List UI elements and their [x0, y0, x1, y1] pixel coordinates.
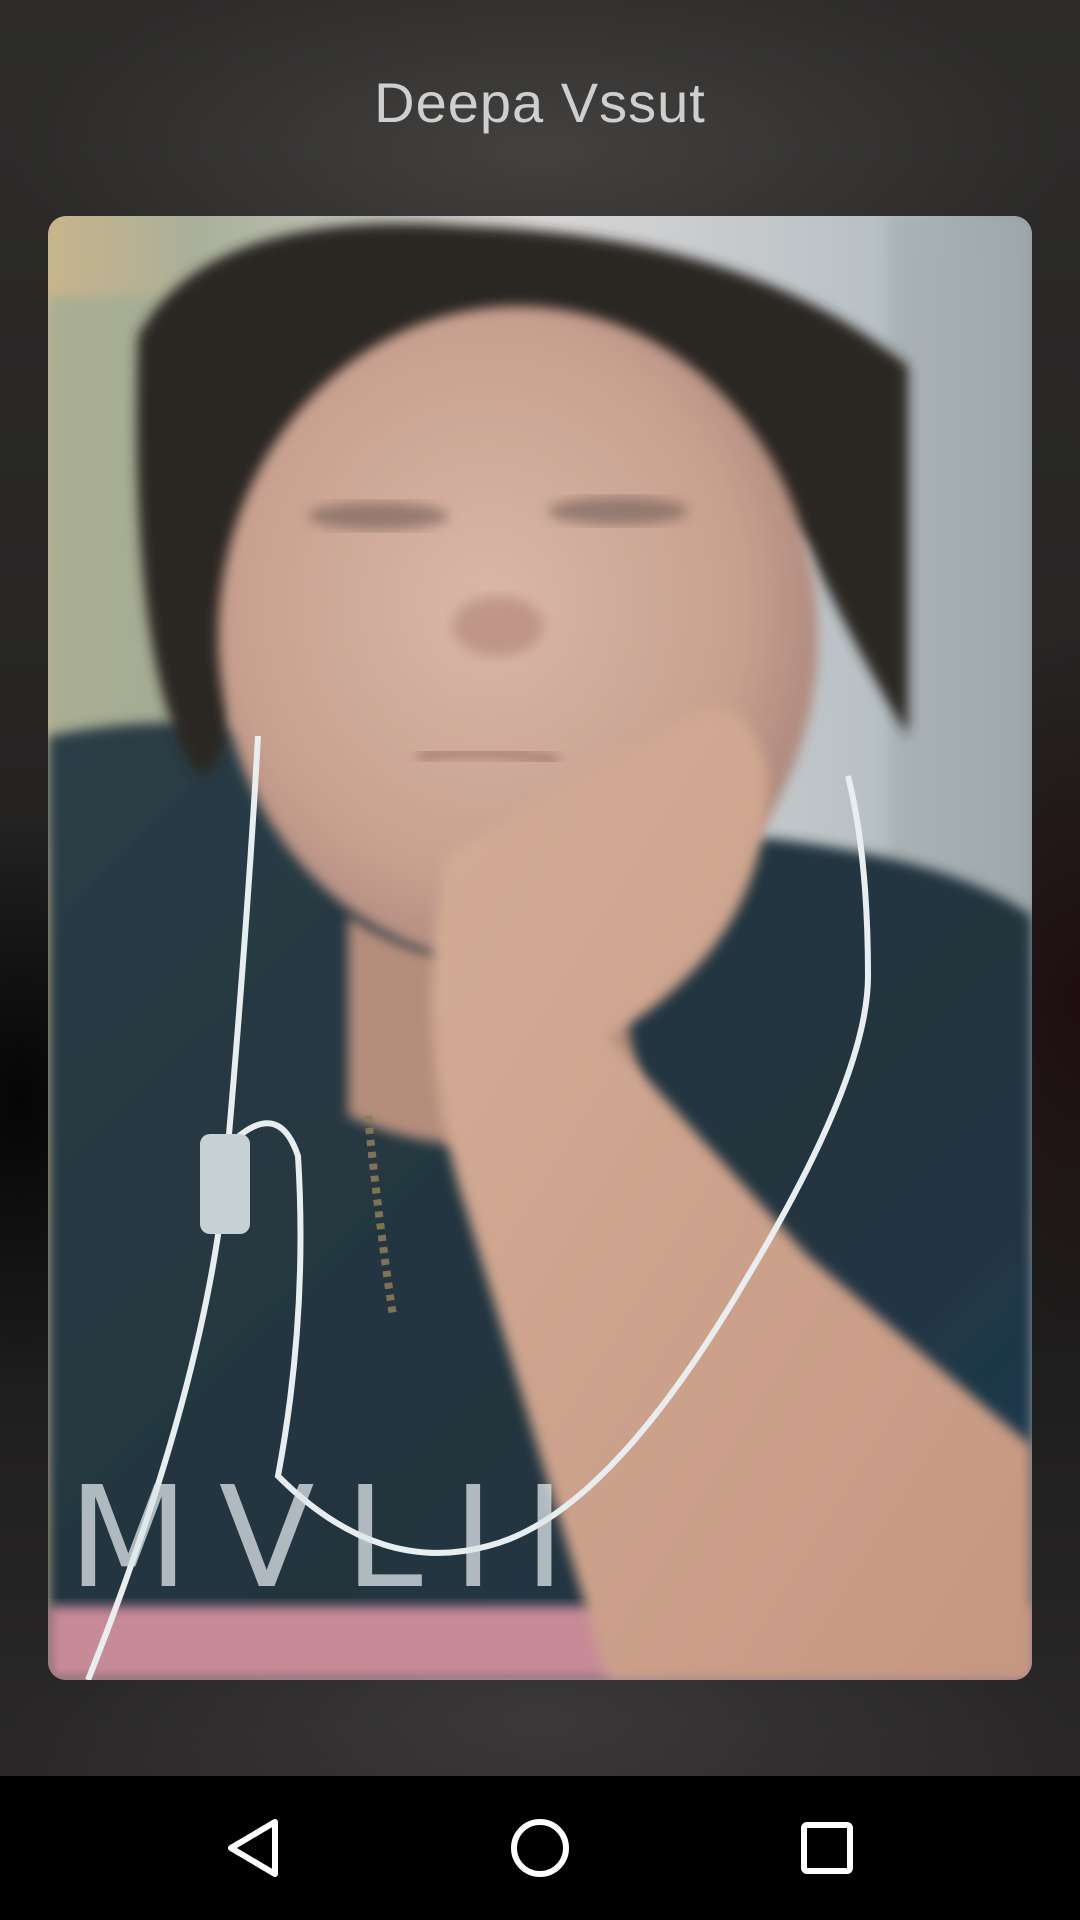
video-call-screen: Deepa Vssut MVLII — [0, 0, 1080, 1920]
navigation-bar — [0, 1776, 1080, 1920]
home-button[interactable] — [492, 1800, 588, 1896]
back-triangle-icon — [228, 1819, 279, 1877]
home-circle-icon — [510, 1819, 569, 1877]
caller-name: Deepa Vssut — [374, 71, 706, 134]
recents-button[interactable] — [779, 1800, 875, 1896]
video-frame-image: MVLII — [48, 216, 1032, 1680]
shirt-print-text: MVLII — [68, 1457, 595, 1620]
back-button[interactable] — [205, 1800, 301, 1896]
recents-square-icon — [800, 1822, 853, 1874]
video-preview[interactable]: MVLII — [48, 216, 1032, 1680]
